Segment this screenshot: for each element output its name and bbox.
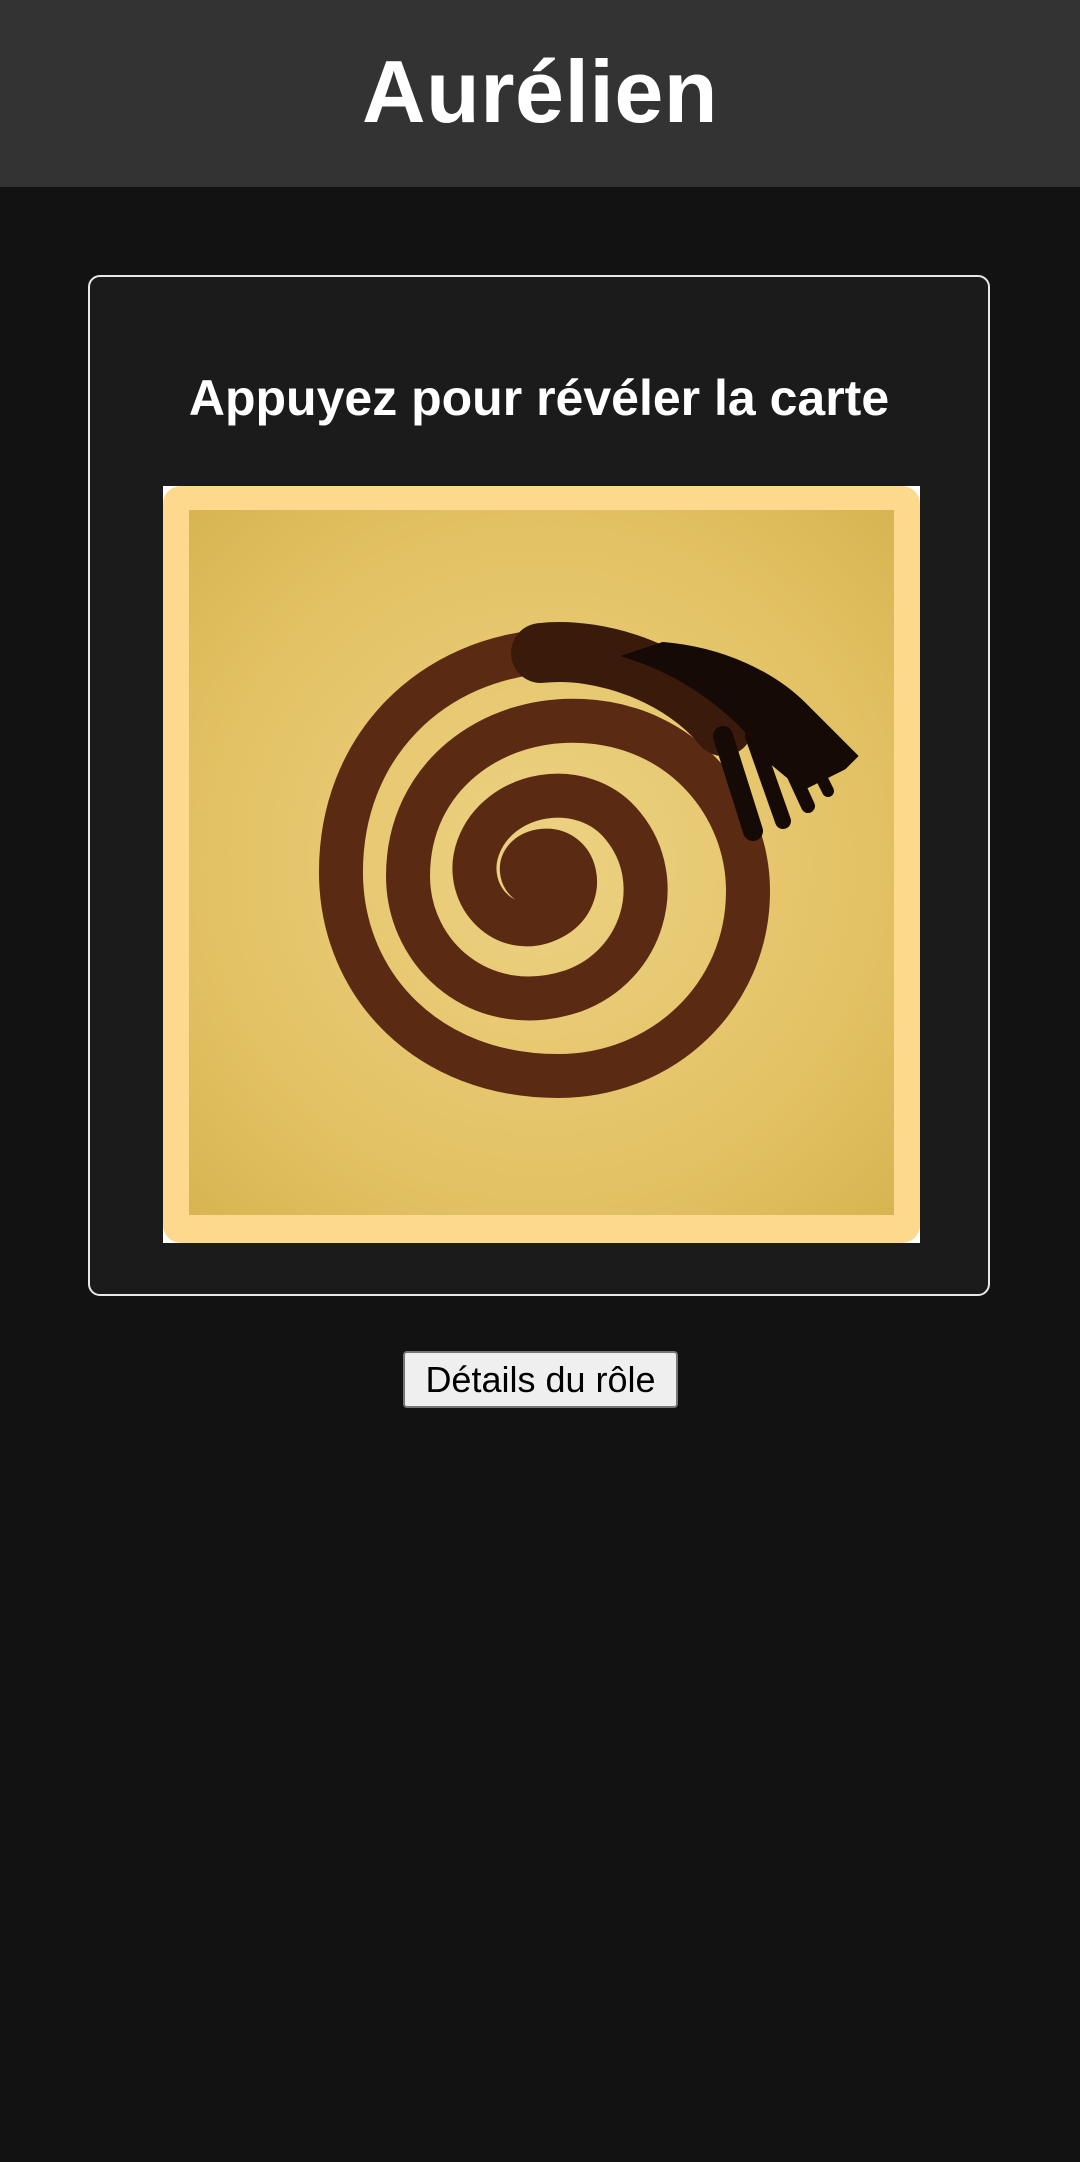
spiral-card-art xyxy=(163,486,920,1243)
role-details-button[interactable]: Détails du rôle xyxy=(403,1351,678,1408)
reveal-card[interactable]: Appuyez pour révéler la carte xyxy=(88,275,990,1296)
card-back-image[interactable] xyxy=(163,486,920,1243)
reveal-prompt: Appuyez pour révéler la carte xyxy=(188,370,890,426)
header-bar: Aurélien xyxy=(0,0,1080,187)
player-name-title: Aurélien xyxy=(361,41,719,141)
